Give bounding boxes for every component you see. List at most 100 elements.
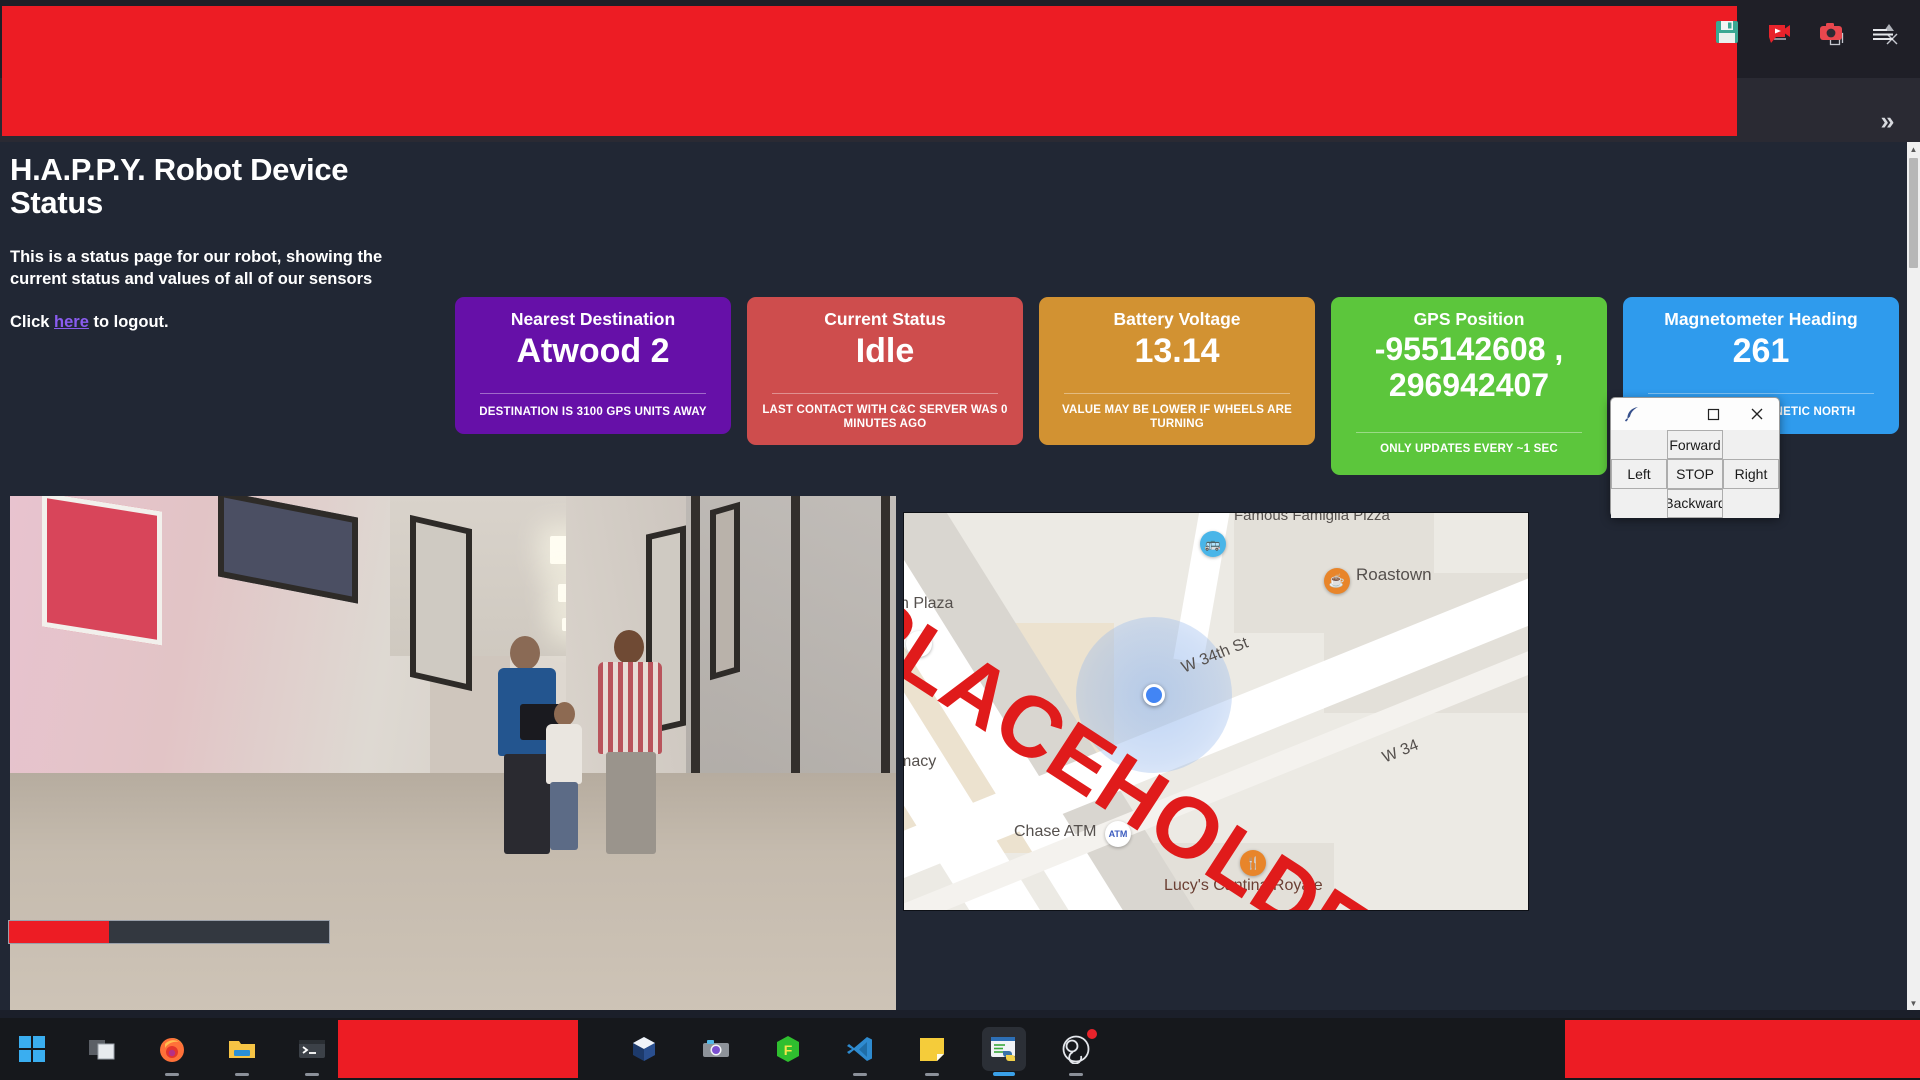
running-indicator (853, 1073, 867, 1076)
running-indicator (305, 1073, 319, 1076)
person-walking (598, 630, 664, 854)
taskbar-virtualbox[interactable] (622, 1027, 666, 1071)
backward-button[interactable]: Backward (1667, 489, 1723, 518)
card-title: Current Status (757, 309, 1013, 330)
taskbar-redacted-region (1565, 1020, 1920, 1078)
taskbar-obs[interactable] (1054, 1027, 1098, 1071)
card-current-status: Current Status Idle LAST CONTACT WITH C&… (747, 297, 1023, 445)
video-record-icon[interactable] (1764, 17, 1794, 47)
scroll-up-arrow[interactable]: ▲ (1907, 142, 1920, 156)
wall-picture-frame (710, 502, 740, 681)
card-battery-voltage: Battery Voltage 13.14 VALUE MAY BE LOWER… (1039, 297, 1315, 445)
taskbar: F (0, 1018, 1920, 1080)
card-title: Battery Voltage (1049, 309, 1305, 330)
notification-badge (1085, 1027, 1099, 1041)
scroll-down-arrow[interactable]: ▼ (1907, 996, 1920, 1010)
page-content: H.A.P.P.Y. Robot Device Status This is a… (0, 142, 1907, 1010)
card-title: Nearest Destination (465, 309, 721, 330)
save-floppy-icon[interactable] (1712, 17, 1742, 47)
card-title: Magnetometer Heading (1633, 309, 1889, 330)
card-divider (772, 393, 998, 394)
card-value: Atwood 2 (465, 332, 721, 370)
card-title: GPS Position (1341, 309, 1597, 330)
svg-text:F: F (784, 1042, 793, 1058)
sort-menu-icon[interactable] (1868, 17, 1898, 47)
card-footer: DESTINATION IS 3100 GPS UNITS AWAY (463, 405, 723, 419)
maximize-icon[interactable] (1691, 398, 1735, 430)
taskbar-left-group (10, 1018, 334, 1080)
wall-poster (42, 496, 162, 646)
map-label: macy (903, 753, 936, 771)
card-gps-position: GPS Position -955142608 , 296942407 ONLY… (1331, 297, 1607, 475)
page-title: H.A.P.P.Y. Robot Device Status (10, 154, 440, 219)
running-indicator (1069, 1073, 1083, 1076)
redacted-banner (2, 6, 1737, 136)
horizontal-scrollbar[interactable] (8, 920, 330, 944)
gps-current-position-dot (1143, 684, 1165, 706)
screen: H.A.P.P.Y. Robot Device Status This is a… (0, 0, 1920, 1080)
card-value: 13.14 (1049, 332, 1305, 370)
taskbar-sticky-notes[interactable] (910, 1027, 954, 1071)
card-footer: ONLY UPDATES EVERY ~1 SEC (1339, 442, 1599, 456)
taskbar-python-ide[interactable] (982, 1027, 1026, 1071)
task-view-button[interactable] (80, 1027, 124, 1071)
card-divider (1648, 393, 1874, 394)
taskbar-vscode[interactable] (838, 1027, 882, 1071)
map-label: Roastown (1356, 565, 1432, 585)
logout-suffix: to logout. (89, 313, 169, 331)
control-window-titlebar[interactable] (1611, 398, 1779, 430)
active-indicator (993, 1072, 1015, 1076)
taskbar-camera[interactable] (694, 1027, 738, 1071)
coffee-icon[interactable]: ☕ (1324, 568, 1350, 594)
start-button[interactable] (10, 1027, 54, 1071)
running-indicator (165, 1073, 179, 1076)
logout-line: Click here to logout. (10, 313, 440, 332)
card-divider (1064, 393, 1290, 394)
logout-prefix: Click (10, 313, 54, 331)
taskbar-flameshot[interactable]: F (766, 1027, 810, 1071)
robot-control-window[interactable]: Forward Left STOP Right Backward (1610, 397, 1780, 517)
running-indicator (235, 1073, 249, 1076)
map-label: Chase ATM (1014, 823, 1096, 841)
taskbar-redacted-region (338, 1020, 578, 1078)
person-walking (544, 702, 584, 850)
logout-link[interactable]: here (54, 313, 89, 331)
card-divider (480, 393, 706, 394)
pad-empty-cell (1611, 430, 1667, 459)
pad-empty-cell (1723, 489, 1779, 518)
card-value: 261 (1633, 332, 1889, 370)
hallway-floor (10, 773, 896, 1010)
browser-window-chrome: » (0, 0, 1920, 142)
pad-empty-cell (1723, 430, 1779, 459)
bus-stop-icon[interactable]: 🚌 (1200, 531, 1226, 557)
forward-button[interactable]: Forward (1667, 430, 1723, 459)
horizontal-scrollbar-thumb[interactable] (9, 921, 109, 943)
taskbar-center-group: F (622, 1018, 1098, 1080)
hero-section: H.A.P.P.Y. Robot Device Status This is a… (10, 154, 440, 332)
right-button[interactable]: Right (1723, 459, 1779, 488)
page-description: This is a status page for our robot, sho… (10, 246, 440, 291)
taskbar-terminal[interactable] (290, 1027, 334, 1071)
running-indicator (925, 1073, 939, 1076)
card-value: Idle (757, 332, 1013, 370)
taskbar-firefox[interactable] (150, 1027, 194, 1071)
pad-empty-cell (1611, 489, 1667, 518)
toolbar-icon-group (1712, 0, 1908, 64)
camera-icon[interactable] (1816, 17, 1846, 47)
left-button[interactable]: Left (1611, 459, 1667, 488)
card-value: -955142608 , 296942407 (1341, 332, 1597, 404)
card-footer: VALUE MAY BE LOWER IF WHEELS ARE TURNING (1047, 403, 1307, 432)
close-icon[interactable] (1735, 398, 1779, 430)
gps-map[interactable]: 🚌 ☕ ATM 🍴 ■ Famous Famiglia Pizza Roasto… (903, 512, 1529, 911)
toolbar-overflow-chevron-icon[interactable]: » (1864, 104, 1908, 138)
vertical-scrollbar[interactable]: ▲ ▼ (1907, 142, 1920, 1010)
map-label: Famous Famiglia Pizza (1234, 512, 1390, 524)
vertical-scrollbar-thumb[interactable] (1909, 158, 1918, 268)
card-nearest-destination: Nearest Destination Atwood 2 DESTINATION… (455, 297, 731, 434)
card-divider (1356, 432, 1582, 433)
card-footer: LAST CONTACT WITH C&C SERVER WAS 0 MINUT… (755, 403, 1015, 432)
feather-icon (1611, 405, 1655, 423)
taskbar-file-explorer[interactable] (220, 1027, 264, 1071)
stop-button[interactable]: STOP (1667, 459, 1723, 488)
robot-direction-pad: Forward Left STOP Right Backward (1611, 430, 1779, 518)
